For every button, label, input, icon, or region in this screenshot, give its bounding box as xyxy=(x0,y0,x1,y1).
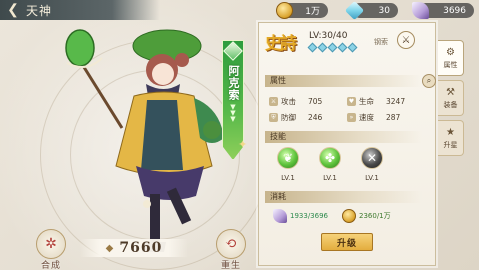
magnifier-icon[interactable]: ⌕ xyxy=(422,74,436,88)
skill-level: LV.1 xyxy=(281,174,295,182)
weapon-label: 钢索 xyxy=(374,38,388,46)
rarity-badge: 史詩 xyxy=(265,34,297,54)
gold-cost: 2360/1万 xyxy=(342,209,391,223)
stats-grid: ⚔ 攻击 705 ♥ 生命 3247 ⛨ 防御 246 » 速度 287 xyxy=(269,96,419,123)
hero-plant xyxy=(203,121,221,139)
compose-button[interactable]: ✲ xyxy=(36,229,66,259)
attributes-label: 属性 xyxy=(270,76,286,85)
quill-icon xyxy=(412,2,429,19)
sword-icon[interactable]: ⚔ xyxy=(397,31,415,49)
stat-value: 246 xyxy=(308,113,323,122)
hero-name: 阿克索 xyxy=(227,65,240,101)
stat-speed: » 速度 287 xyxy=(347,112,419,123)
gold-counter[interactable]: 1万 xyxy=(276,2,328,19)
tab-label: 升星 xyxy=(443,140,458,149)
star-icon xyxy=(327,42,338,53)
gold-cost-value: 2360/1万 xyxy=(359,212,391,220)
rebirth-button[interactable]: ⟲ xyxy=(216,229,246,259)
skill-slot[interactable]: ✤ LV.1 xyxy=(315,147,345,182)
cost-header: 消耗 xyxy=(265,191,422,203)
diamond-value: 30 xyxy=(378,5,390,16)
tab-equipment[interactable]: ⚒ 装备 xyxy=(438,80,464,116)
stat-label: 速度 xyxy=(359,113,374,122)
quill-value: 3696 xyxy=(443,5,466,16)
stat-label: 生命 xyxy=(359,97,374,106)
equipment-icon: ⚒ xyxy=(446,86,455,98)
skills-label: 技能 xyxy=(270,132,286,141)
stat-label: 防御 xyxy=(281,113,296,122)
tab-star-up[interactable]: ★ 升星 xyxy=(438,120,464,156)
back-arrow-icon[interactable]: ❮ xyxy=(0,0,26,20)
hero-info-panel: 史詩 LV:30/40 钢索 ⚔ 属性 ⌕ ⚔ 攻击 705 ♥ 生命 3247… xyxy=(258,22,436,266)
gold-coin-icon xyxy=(276,2,293,19)
quill-cost-value: 1933/3696 xyxy=(290,212,328,220)
skill-slot[interactable]: ✕ LV.1 xyxy=(357,147,387,182)
star-icon xyxy=(337,42,348,53)
stat-value: 705 xyxy=(308,97,323,106)
stat-value: 3247 xyxy=(386,97,406,106)
gold-coin-icon xyxy=(342,209,356,223)
star-icon xyxy=(347,42,358,53)
hero-knee-guard xyxy=(143,200,151,208)
skill-level: LV.1 xyxy=(365,174,379,182)
stat-defense: ⛨ 防御 246 xyxy=(269,112,341,123)
side-tabs: ⚙ 属性 ⚒ 装备 ★ 升星 xyxy=(438,40,464,160)
skill-slot[interactable]: ❦ LV.1 xyxy=(273,147,303,182)
cost-row: 1933/3696 2360/1万 xyxy=(273,209,433,223)
skills-row: ❦ LV.1 ✤ LV.1 ✕ LV.1 xyxy=(273,147,387,182)
compose-label: 合成 xyxy=(41,261,62,270)
quill-cost: 1933/3696 xyxy=(273,209,328,223)
attack-icon: ⚔ xyxy=(269,97,278,106)
tab-label: 属性 xyxy=(443,60,458,69)
element-gem-icon xyxy=(223,41,243,61)
hp-icon: ♥ xyxy=(347,97,356,106)
compose-icon: ✲ xyxy=(45,236,57,252)
skills-header: 技能 xyxy=(265,131,422,143)
top-bar: ❮ 天神 xyxy=(0,0,160,20)
gear-icon: ⚙ xyxy=(446,46,455,58)
page-title: 天神 xyxy=(26,3,53,18)
tab-label: 装备 xyxy=(443,100,458,109)
star-up-icon: ★ xyxy=(446,126,455,138)
cost-label: 消耗 xyxy=(270,192,286,201)
staff-leaf xyxy=(65,29,95,67)
defense-icon: ⛨ xyxy=(269,113,278,122)
leaf-skill-icon: ❦ xyxy=(277,147,299,169)
quill-icon xyxy=(273,209,287,223)
power-display: ◆ 7660 xyxy=(80,239,188,257)
hero-hair-bun xyxy=(175,53,189,67)
chevron-down-icon: ▼ ▼ ▼ xyxy=(230,103,236,123)
level-text: LV:30/40 xyxy=(309,31,348,41)
star-rating xyxy=(307,42,358,53)
star-icon xyxy=(307,42,318,53)
rebirth-icon: ⟲ xyxy=(225,236,237,252)
stat-hp: ♥ 生命 3247 xyxy=(347,96,419,107)
attributes-header: 属性 ⌕ xyxy=(265,74,436,88)
power-value: 7660 xyxy=(119,240,163,256)
hero-leg-left xyxy=(150,194,160,242)
upgrade-button[interactable]: 升级 xyxy=(321,233,373,251)
gold-value: 1万 xyxy=(305,7,320,17)
stat-label: 攻击 xyxy=(281,97,296,106)
power-icon: ◆ xyxy=(105,242,114,254)
vine-skill-icon: ✤ xyxy=(319,147,341,169)
slash-skill-icon: ✕ xyxy=(361,147,383,169)
stat-attack: ⚔ 攻击 705 xyxy=(269,96,341,107)
stat-value: 287 xyxy=(386,113,401,122)
diamond-counter[interactable]: 30 xyxy=(344,0,398,21)
hero-vest xyxy=(141,100,183,170)
speed-icon: » xyxy=(347,113,356,122)
tab-attributes[interactable]: ⚙ 属性 xyxy=(438,40,464,76)
star-icon xyxy=(317,42,328,53)
sparkle-icon: ✦ xyxy=(238,138,248,151)
hero-illustration[interactable] xyxy=(62,18,237,258)
skill-level: LV.1 xyxy=(323,174,337,182)
rebirth-label: 重生 xyxy=(221,261,242,270)
quill-counter[interactable]: 3696 xyxy=(412,2,474,19)
hero-face xyxy=(152,63,174,85)
